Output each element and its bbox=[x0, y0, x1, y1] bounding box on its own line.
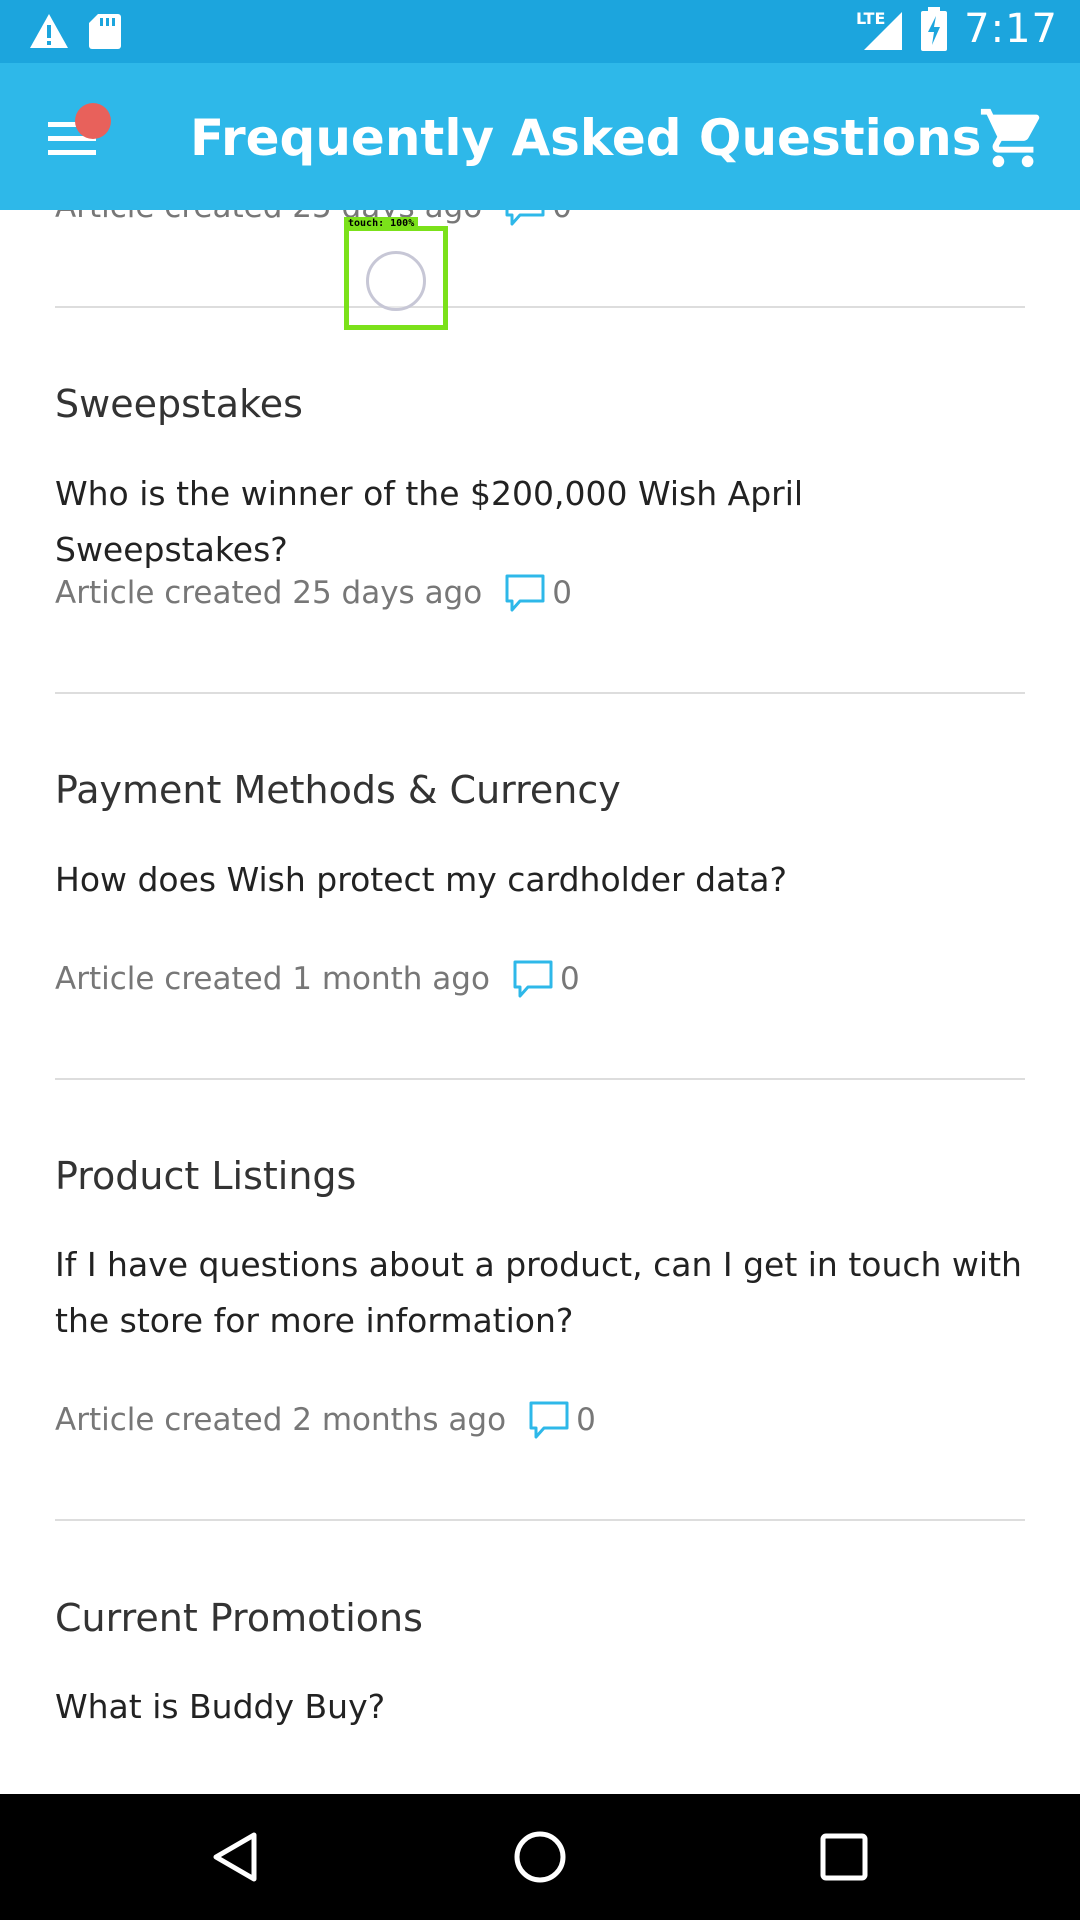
comment-icon bbox=[505, 210, 545, 226]
recents-icon bbox=[820, 1833, 868, 1881]
article-category: Product Listings bbox=[55, 1154, 357, 1198]
recents-button[interactable] bbox=[814, 1827, 874, 1887]
article-created-text: Article created 2 months ago bbox=[55, 1402, 507, 1438]
article-question[interactable]: Who is the winner of the $200,000 Wish A… bbox=[55, 466, 1025, 578]
comment-count: 0 bbox=[552, 210, 572, 225]
status-left-icons bbox=[28, 12, 122, 50]
home-button[interactable] bbox=[510, 1827, 570, 1887]
article-question-wrap: If I have questions about a product, can… bbox=[55, 1237, 1025, 1349]
article-meta: Article created 25 days ago 0 bbox=[55, 573, 1025, 613]
article-item[interactable]: Payment Methods & Currency bbox=[55, 768, 1025, 812]
battery-charging-icon bbox=[921, 7, 948, 51]
notification-badge bbox=[75, 103, 111, 139]
signal-icon: LTE bbox=[856, 9, 903, 50]
article-created-text: Article created 1 month ago bbox=[55, 961, 490, 997]
sd-card-icon bbox=[89, 14, 121, 49]
article-meta: Article created 2 months ago 0 bbox=[55, 1400, 1025, 1440]
comment-icon bbox=[513, 960, 553, 998]
comment-count: 0 bbox=[552, 575, 572, 611]
article-meta: Article created 25 days ago 0 bbox=[55, 210, 1025, 227]
divider bbox=[55, 1078, 1025, 1080]
status-bar: LTE 7:17 bbox=[0, 0, 1080, 63]
article-question[interactable]: How does Wish protect my cardholder data… bbox=[55, 852, 1025, 908]
comment-icon bbox=[505, 574, 545, 612]
back-button[interactable] bbox=[206, 1827, 266, 1887]
home-icon bbox=[514, 1831, 566, 1883]
page-title: Frequently Asked Questions bbox=[190, 109, 982, 167]
comment-count: 0 bbox=[559, 961, 580, 997]
divider bbox=[55, 1519, 1025, 1521]
back-icon bbox=[213, 1832, 257, 1882]
article-question[interactable]: What is Buddy Buy? bbox=[55, 1679, 1025, 1735]
comment-icon bbox=[529, 1401, 569, 1439]
article-category: Sweepstakes bbox=[55, 382, 303, 426]
article-created-text: Article created 25 days ago bbox=[55, 575, 483, 611]
network-type-label: LTE bbox=[856, 9, 885, 28]
article-question[interactable]: If I have questions about a product, can… bbox=[55, 1237, 1025, 1349]
article-meta-wrap: Article created 2 months ago 0 bbox=[55, 1400, 1025, 1440]
faq-article-list: Article created 25 days ago 0 Sweepstake… bbox=[0, 210, 1080, 1794]
article-category: Current Promotions bbox=[55, 1596, 423, 1640]
article-question-wrap: How does Wish protect my cardholder data… bbox=[55, 852, 1025, 908]
cart-icon bbox=[980, 108, 1040, 168]
status-right-icons: LTE 7:17 bbox=[856, 6, 1058, 52]
article-question-wrap: What is Buddy Buy? bbox=[55, 1679, 1025, 1735]
article-item[interactable]: Article created 25 days ago 0 bbox=[55, 210, 1025, 227]
divider bbox=[55, 306, 1025, 308]
article-item[interactable]: Sweepstakes bbox=[55, 382, 1025, 426]
article-question-wrap: Who is the winner of the $200,000 Wish A… bbox=[55, 466, 1025, 578]
article-meta-wrap: Article created 1 month ago 0 bbox=[55, 959, 1025, 999]
navigation-bar bbox=[0, 1794, 1080, 1920]
status-time: 7:17 bbox=[964, 6, 1058, 52]
cart-button[interactable] bbox=[978, 103, 1048, 173]
article-meta-wrap: Article created 25 days ago 0 bbox=[55, 573, 1025, 613]
app-bar: Frequently Asked Questions bbox=[0, 63, 1080, 210]
comment-count: 0 bbox=[576, 1402, 596, 1438]
article-meta: Article created 1 month ago 0 bbox=[55, 959, 1025, 999]
article-item[interactable]: Product Listings bbox=[55, 1154, 1025, 1198]
article-category: Payment Methods & Currency bbox=[55, 768, 621, 812]
warning-icon bbox=[30, 14, 68, 48]
divider bbox=[55, 692, 1025, 694]
touch-indicator-circle bbox=[366, 251, 426, 311]
article-item[interactable]: Current Promotions bbox=[55, 1596, 1025, 1640]
menu-button[interactable] bbox=[40, 99, 120, 179]
